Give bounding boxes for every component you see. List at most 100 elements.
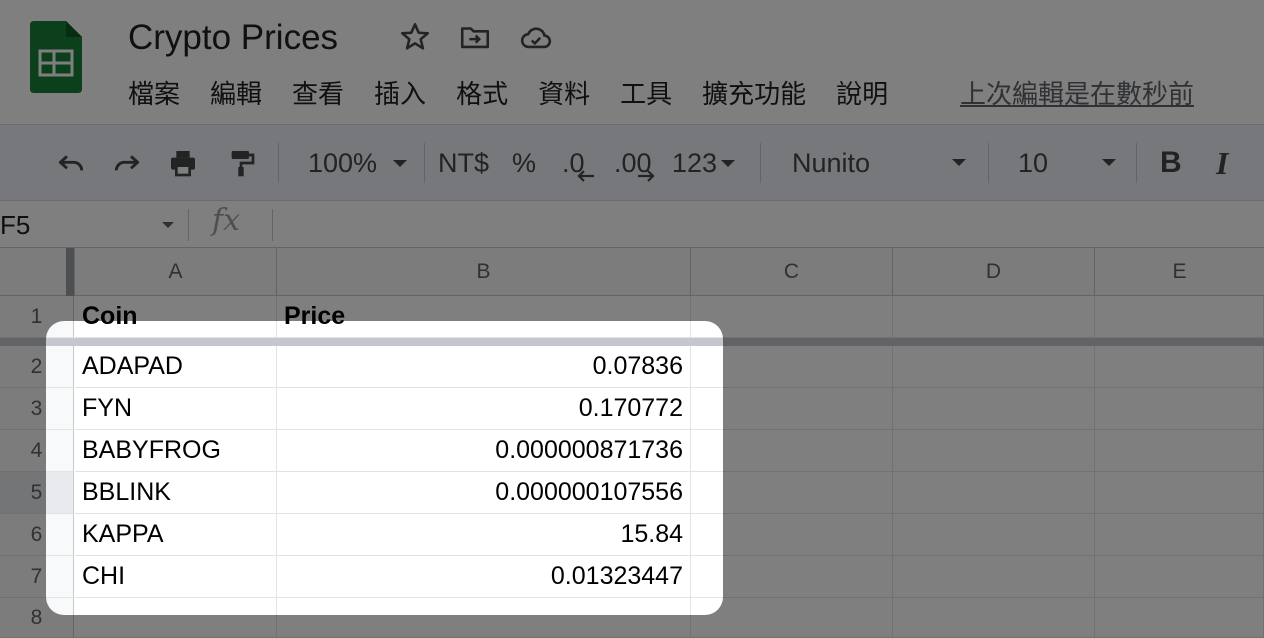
move-to-folder-icon[interactable]: [458, 20, 492, 54]
cell-d2[interactable]: [893, 346, 1095, 388]
zoom-select[interactable]: 100%: [308, 125, 408, 201]
increase-decimal-button[interactable]: .00: [614, 125, 655, 201]
cell-e4[interactable]: [1095, 430, 1264, 472]
cell-a4[interactable]: BABYFROG: [75, 430, 277, 472]
cloud-saved-icon[interactable]: [519, 20, 553, 54]
row-header-4[interactable]: 4: [0, 430, 74, 472]
cell-b7[interactable]: 0.01323447: [277, 556, 691, 598]
cell-a8[interactable]: [75, 598, 277, 638]
decrease-decimal-button[interactable]: .0: [562, 125, 594, 201]
font-family-select[interactable]: Nunito: [792, 125, 972, 201]
cell-b1[interactable]: Price: [277, 296, 691, 338]
cell-d7[interactable]: [893, 556, 1095, 598]
cell-a1[interactable]: Coin: [75, 296, 277, 338]
cell-c3[interactable]: [691, 388, 893, 430]
cell-d1[interactable]: [893, 296, 1095, 338]
cell-b5[interactable]: 0.000000107556: [277, 472, 691, 514]
cell-d8[interactable]: [893, 598, 1095, 638]
column-header-c[interactable]: C: [691, 248, 893, 296]
column-header-e[interactable]: E: [1095, 248, 1264, 296]
cell-d4[interactable]: [893, 430, 1095, 472]
freeze-handle-horizontal[interactable]: [0, 338, 1264, 346]
more-formats-select[interactable]: 123: [672, 125, 736, 201]
row-header-3[interactable]: 3: [0, 388, 74, 430]
cell-c8[interactable]: [691, 598, 893, 638]
row-header-6[interactable]: 6: [0, 514, 74, 556]
toolbar-divider: [988, 143, 989, 183]
cell-c6[interactable]: [691, 514, 893, 556]
cell-a2[interactable]: ADAPAD: [75, 346, 277, 388]
format-currency-button[interactable]: NT$: [438, 125, 489, 201]
italic-button[interactable]: I: [1216, 125, 1228, 201]
cell-b8[interactable]: [277, 598, 691, 638]
title-bar: Crypto Prices 檔案 編輯 查看 插入 格式 資料 工具 擴充功能 …: [0, 0, 1264, 124]
column-header-a[interactable]: A: [75, 248, 277, 296]
cell-e7[interactable]: [1095, 556, 1264, 598]
toolbar-divider: [424, 143, 425, 183]
cell-a5[interactable]: BBLINK: [75, 472, 277, 514]
formula-input[interactable]: [284, 207, 1244, 243]
toolbar-divider: [760, 143, 761, 183]
formula-bar: F5 fx: [0, 200, 1264, 248]
cell-reference: F5: [0, 210, 31, 240]
row-header-8[interactable]: 8: [0, 598, 74, 638]
star-icon[interactable]: [398, 20, 432, 54]
bold-button[interactable]: B: [1160, 125, 1182, 201]
freeze-handle-vertical[interactable]: [66, 248, 74, 296]
cell-c7[interactable]: [691, 556, 893, 598]
menu-bar: 檔案 編輯 查看 插入 格式 資料 工具 擴充功能 說明: [128, 76, 918, 112]
cell-e6[interactable]: [1095, 514, 1264, 556]
menu-edit[interactable]: 編輯: [210, 76, 262, 112]
menu-extensions[interactable]: 擴充功能: [702, 76, 806, 112]
cell-a3[interactable]: FYN: [75, 388, 277, 430]
document-title[interactable]: Crypto Prices: [128, 16, 338, 60]
row-header-5[interactable]: 5: [0, 472, 74, 514]
cell-b3[interactable]: 0.170772: [277, 388, 691, 430]
chevron-down-icon: [721, 159, 736, 167]
menu-view[interactable]: 查看: [292, 76, 344, 112]
cell-e3[interactable]: [1095, 388, 1264, 430]
cell-a7[interactable]: CHI: [75, 556, 277, 598]
name-box[interactable]: F5: [0, 207, 185, 243]
row-header-7[interactable]: 7: [0, 556, 74, 598]
row-header-1[interactable]: 1: [0, 296, 74, 338]
cell-b6[interactable]: 15.84: [277, 514, 691, 556]
row-header-2[interactable]: 2: [0, 346, 74, 388]
undo-icon[interactable]: [52, 147, 90, 179]
last-edit-link[interactable]: 上次編輯是在數秒前: [960, 76, 1194, 112]
fx-icon: fx: [212, 203, 241, 238]
cell-b4[interactable]: 0.000000871736: [277, 430, 691, 472]
spreadsheet-grid: A B C D E 1 2 3 4 5 6 7 8 Coin Price ADA…: [0, 248, 1264, 638]
menu-help[interactable]: 說明: [836, 76, 888, 112]
font-size-value: 10: [1018, 147, 1049, 178]
cell-c1[interactable]: [691, 296, 893, 338]
cell-c5[interactable]: [691, 472, 893, 514]
cell-e2[interactable]: [1095, 346, 1264, 388]
cell-e8[interactable]: [1095, 598, 1264, 638]
menu-file[interactable]: 檔案: [128, 76, 180, 112]
menu-insert[interactable]: 插入: [374, 76, 426, 112]
redo-icon[interactable]: [108, 147, 146, 179]
cell-e5[interactable]: [1095, 472, 1264, 514]
menu-data[interactable]: 資料: [538, 76, 590, 112]
paint-format-icon[interactable]: [222, 147, 260, 179]
cell-a6[interactable]: KAPPA: [75, 514, 277, 556]
sheets-logo-icon[interactable]: [30, 21, 82, 93]
menu-tools[interactable]: 工具: [620, 76, 672, 112]
cell-d5[interactable]: [893, 472, 1095, 514]
cell-b2[interactable]: 0.07836: [277, 346, 691, 388]
menu-format[interactable]: 格式: [456, 76, 508, 112]
print-icon[interactable]: [164, 147, 202, 179]
column-header-b[interactable]: B: [277, 248, 691, 296]
cell-c4[interactable]: [691, 430, 893, 472]
format-percent-button[interactable]: %: [512, 125, 536, 201]
cell-c2[interactable]: [691, 346, 893, 388]
font-size-select[interactable]: 10: [1018, 125, 1122, 201]
chevron-down-icon: [393, 159, 408, 167]
column-header-d[interactable]: D: [893, 248, 1095, 296]
toolbar: 100% NT$ % .0 .00 123 Nunito 10 B I: [0, 124, 1264, 200]
select-all-corner[interactable]: [0, 248, 75, 296]
cell-d3[interactable]: [893, 388, 1095, 430]
cell-e1[interactable]: [1095, 296, 1264, 338]
cell-d6[interactable]: [893, 514, 1095, 556]
